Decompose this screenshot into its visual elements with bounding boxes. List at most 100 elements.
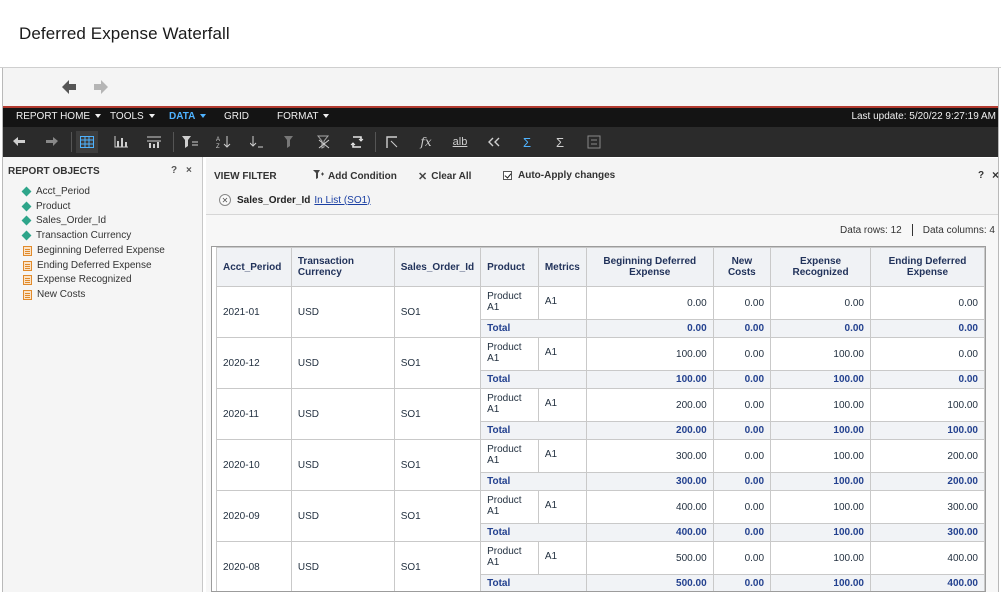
cell-acct-period[interactable]: 2020-08 xyxy=(216,541,292,591)
grid-graph-icon[interactable] xyxy=(143,131,165,153)
cell-transaction-currency[interactable]: USD xyxy=(290,439,395,491)
cell-acct-period[interactable]: 2020-11 xyxy=(216,388,292,440)
table-row: 2020-11 USD SO1 Product A1 A1 200.00 0.00 100.0… xyxy=(216,388,985,440)
lock-icon[interactable] xyxy=(583,131,605,153)
condition-value-link[interactable]: In List (SO1) xyxy=(314,195,370,206)
cell-metrics[interactable]: A1 xyxy=(537,286,587,320)
cell-sales-order-id[interactable]: SO1 xyxy=(393,337,482,389)
table-row: 2020-08 USD SO1 Product A1 A1 500.00 0.00 100.0… xyxy=(216,541,985,591)
remove-filter-icon[interactable] xyxy=(313,131,335,153)
close-icon[interactable]: × xyxy=(992,168,999,182)
help-icon[interactable]: ? xyxy=(978,170,984,181)
cell-product[interactable]: Product A1 xyxy=(480,490,539,524)
cell-sales-order-id[interactable]: SO1 xyxy=(393,286,482,338)
auto-apply-checkbox[interactable]: Auto-Apply changes xyxy=(503,170,615,181)
menu-data[interactable]: DATA xyxy=(169,111,207,122)
col-header-transaction-currency[interactable]: Transaction Currency xyxy=(290,247,395,287)
grid-view-icon[interactable] xyxy=(76,131,98,153)
cell-acct-period[interactable]: 2020-09 xyxy=(216,490,292,542)
add-condition-button[interactable]: Add Condition xyxy=(313,170,397,183)
col-header-metrics[interactable]: Metrics xyxy=(537,247,587,287)
metric-item-ending-deferred-expense[interactable]: Ending Deferred Expense xyxy=(23,260,152,271)
cell-total-ending-deferred-expense: 0.00 xyxy=(870,319,985,338)
cell-transaction-currency[interactable]: USD xyxy=(290,337,395,389)
filter-icon[interactable] xyxy=(179,131,201,153)
cell-sales-order-id[interactable]: SO1 xyxy=(393,439,482,491)
cell-metrics[interactable]: A1 xyxy=(537,541,587,575)
metric-label: New Costs xyxy=(37,289,86,300)
metric-item-expense-recognized[interactable]: Expense Recognized xyxy=(23,274,132,285)
cell-sales-order-id[interactable]: SO1 xyxy=(393,388,482,440)
help-icon[interactable]: ? xyxy=(171,165,177,176)
cell-acct-period[interactable]: 2020-12 xyxy=(216,337,292,389)
cell-acct-period[interactable]: 2020-10 xyxy=(216,439,292,491)
attribute-item-acct-period[interactable]: Acct_Period xyxy=(21,186,90,197)
cell-product[interactable]: Product A1 xyxy=(480,541,539,575)
grid-body: 2021-01 USD SO1 Product A1 A1 0.00 0.00 0.00 0.0… xyxy=(216,286,985,591)
col-header-ending-deferred-expense[interactable]: Ending Deferred Expense xyxy=(870,247,985,287)
col-header-sales-order-id[interactable]: Sales_Order_Id xyxy=(393,247,482,287)
cell-product[interactable]: Product A1 xyxy=(480,388,539,422)
cell-metrics[interactable]: A1 xyxy=(537,337,587,371)
function-icon[interactable]: fx xyxy=(415,131,437,153)
subtotals-icon[interactable]: Σ xyxy=(516,131,538,153)
undo-icon[interactable] xyxy=(8,131,30,153)
cell-acct-period[interactable]: 2021-01 xyxy=(216,286,292,338)
attribute-item-transaction-currency[interactable]: Transaction Currency xyxy=(21,230,131,241)
col-header-acct-period[interactable]: Acct_Period xyxy=(216,247,292,287)
sort-ascending-icon[interactable]: AZ xyxy=(213,131,235,153)
cell-sales-order-id[interactable]: SO1 xyxy=(393,541,482,591)
menu-format[interactable]: FORMAT xyxy=(277,111,330,122)
attribute-icon xyxy=(21,230,32,241)
col-header-expense-recognized[interactable]: Expense Recognized xyxy=(770,247,871,287)
filter-condition: ✕ Sales_Order_Id In List (SO1) xyxy=(219,194,371,206)
cell-total-beginning-deferred-expense: 0.00 xyxy=(585,319,714,338)
cell-transaction-currency[interactable]: USD xyxy=(290,388,395,440)
menu-grid[interactable]: GRID xyxy=(224,111,249,122)
close-icon[interactable]: × xyxy=(186,165,192,176)
rename-icon[interactable]: alb xyxy=(449,131,471,153)
forward-arrow-icon[interactable] xyxy=(90,76,112,98)
header-row: Acct_Period Transaction Currency Sales_O… xyxy=(216,247,985,287)
cell-transaction-currency[interactable]: USD xyxy=(290,490,395,542)
view-filter-bar: VIEW FILTER Add Condition ✕ Clear All Aut… xyxy=(206,158,999,215)
cell-beginning-deferred-expense: 500.00 xyxy=(585,541,714,575)
cell-transaction-currency[interactable]: USD xyxy=(290,541,395,591)
menu-report-home[interactable]: REPORT HOME xyxy=(16,111,102,122)
attribute-item-product[interactable]: Product xyxy=(21,201,71,212)
clear-filter-icon[interactable] xyxy=(280,131,302,153)
col-header-new-costs[interactable]: New Costs xyxy=(712,247,772,287)
cell-metrics[interactable]: A1 xyxy=(537,388,587,422)
clear-all-button[interactable]: ✕ Clear All xyxy=(418,170,471,183)
col-header-beginning-deferred-expense[interactable]: Beginning Deferred Expense xyxy=(585,247,714,287)
swap-icon[interactable] xyxy=(381,131,403,153)
cell-total-new-costs: 0.00 xyxy=(712,472,772,491)
sum-icon[interactable]: Σ xyxy=(549,131,571,153)
menu-tools[interactable]: TOOLS xyxy=(110,111,155,122)
attribute-item-sales-order-id[interactable]: Sales_Order_Id xyxy=(21,215,106,226)
cell-metrics[interactable]: A1 xyxy=(537,490,587,524)
cell-sales-order-id[interactable]: SO1 xyxy=(393,490,482,542)
graph-view-icon[interactable] xyxy=(110,131,132,153)
cell-total-label: Total xyxy=(480,523,587,542)
redo-icon[interactable] xyxy=(41,131,63,153)
cell-metrics[interactable]: A1 xyxy=(537,439,587,473)
pivot-icon[interactable] xyxy=(346,131,368,153)
cell-product[interactable]: Product A1 xyxy=(480,439,539,473)
svg-text:A: A xyxy=(216,137,220,143)
cell-total-expense-recognized: 0.00 xyxy=(770,319,871,338)
attribute-label: Product xyxy=(36,201,71,212)
cell-product[interactable]: Product A1 xyxy=(480,286,539,320)
cell-product[interactable]: Product A1 xyxy=(480,337,539,371)
metric-item-beginning-deferred-expense[interactable]: Beginning Deferred Expense xyxy=(23,245,165,256)
back-arrow-icon[interactable] xyxy=(58,76,80,98)
cell-total-ending-deferred-expense: 100.00 xyxy=(870,421,985,440)
drill-icon[interactable] xyxy=(246,131,268,153)
report-frame: REPORT HOME TOOLS DATA GRID FORMAT Last … xyxy=(2,68,999,592)
grid-area: Data rows: 12 Data columns: 4 Acct_Perio… xyxy=(206,215,998,592)
move-left-icon[interactable] xyxy=(483,131,505,153)
remove-condition-icon[interactable]: ✕ xyxy=(219,194,231,206)
metric-item-new-costs[interactable]: New Costs xyxy=(23,289,85,300)
col-header-product[interactable]: Product xyxy=(480,247,539,287)
cell-transaction-currency[interactable]: USD xyxy=(290,286,395,338)
